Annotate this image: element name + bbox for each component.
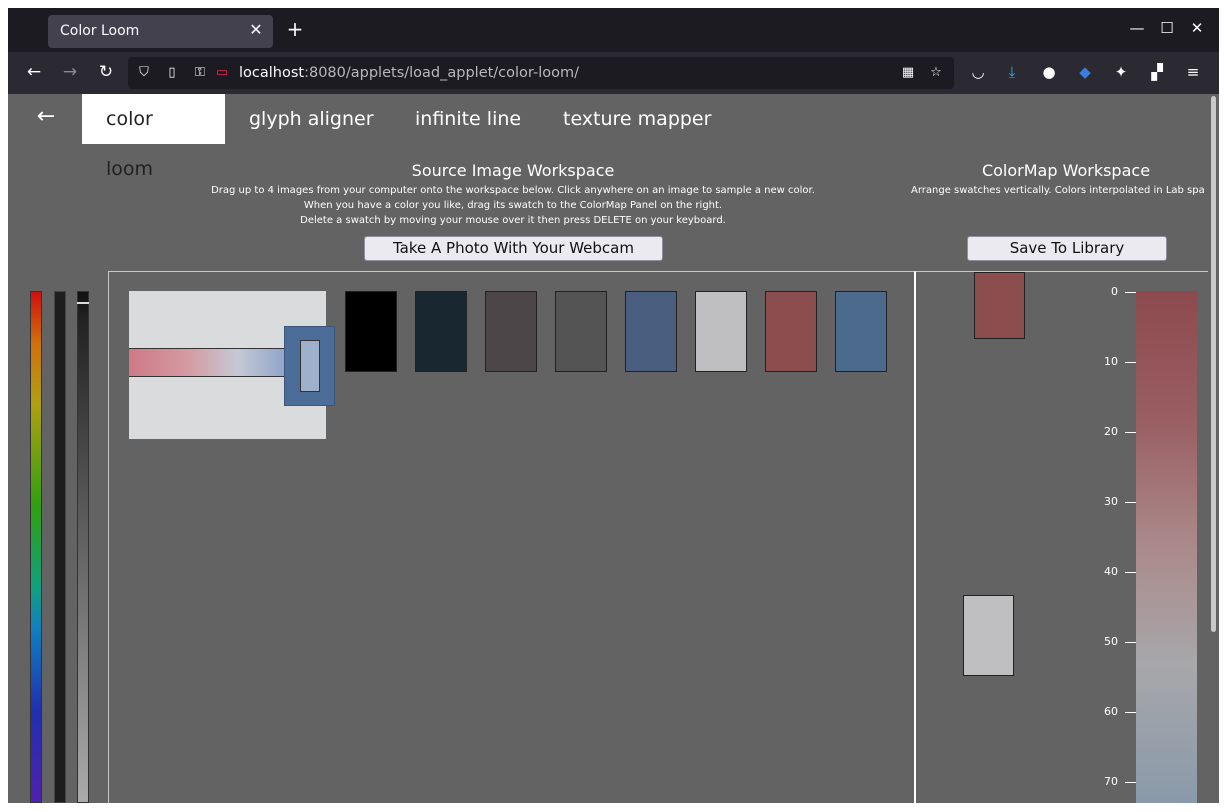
axis-tick-label: 60 — [1104, 705, 1118, 718]
extension-cap-icon[interactable]: ◆ — [1075, 62, 1095, 82]
save-to-library-button[interactable]: Save To Library — [967, 236, 1167, 261]
url-host: localhost — [239, 65, 305, 81]
lightness-slider[interactable] — [77, 291, 89, 803]
scrollbar-thumb[interactable] — [1211, 96, 1216, 632]
colormap-swatch[interactable] — [974, 272, 1025, 339]
applet-tab-bar: ← color loom glyph aligner infinite line… — [8, 94, 1208, 180]
tab-glyph-aligner[interactable]: glyph aligner — [225, 94, 398, 144]
axis-tick-label: 0 — [1111, 285, 1118, 298]
tab-color-loom[interactable]: color loom — [82, 94, 225, 180]
axis-tick — [1125, 572, 1136, 573]
forward-icon[interactable]: → — [60, 62, 80, 82]
back-icon[interactable]: ← — [24, 62, 44, 82]
menu-icon[interactable]: ≡ — [1183, 62, 1203, 82]
maximize-button[interactable]: ☐ — [1158, 19, 1176, 37]
axis-tick — [1125, 502, 1136, 503]
color-swatch[interactable] — [625, 291, 677, 372]
tab-texture-mapper[interactable]: texture mapper — [539, 94, 735, 144]
sampled-color-swatch[interactable] — [284, 326, 335, 406]
colormap-preview — [1136, 291, 1197, 803]
minimize-button[interactable]: — — [1128, 19, 1146, 37]
source-instruction-2: When you have a color you like, drag its… — [303, 200, 723, 211]
qr-code-icon[interactable]: ▦ — [900, 65, 916, 81]
colormap-workspace-title: ColorMap Workspace — [981, 161, 1151, 180]
axis-tick-label: 10 — [1104, 355, 1118, 368]
shield-icon[interactable]: ⛉ — [136, 65, 152, 81]
source-instruction-1: Drag up to 4 images from your computer o… — [211, 185, 815, 196]
page-scrollbar[interactable] — [1208, 94, 1219, 803]
saturation-slider[interactable] — [54, 291, 66, 803]
url-text[interactable]: localhost:8080/applets/load_applet/color… — [239, 65, 579, 81]
axis-tick-label: 50 — [1104, 635, 1118, 648]
reload-icon[interactable]: ↻ — [96, 62, 116, 82]
back-arrow-icon[interactable]: ← — [34, 104, 58, 129]
extensions-icon[interactable]: ▞ — [1147, 62, 1167, 82]
axis-tick-label: 40 — [1104, 565, 1118, 578]
downloads-icon[interactable]: ⤓ — [1002, 62, 1022, 82]
tab-title: Color Loom — [60, 23, 140, 39]
close-window-button[interactable]: ✕ — [1188, 19, 1206, 37]
bookmark-star-icon[interactable]: ☆ — [928, 65, 944, 81]
axis-tick-label: 20 — [1104, 425, 1118, 438]
axis-tick — [1125, 782, 1136, 783]
url-path: :8080/applets/load_applet/color-loom/ — [304, 65, 579, 81]
color-swatch[interactable] — [835, 291, 887, 372]
color-swatch[interactable] — [485, 291, 537, 372]
axis-tick-label: 70 — [1104, 775, 1118, 788]
axis-tick-label: 30 — [1104, 495, 1118, 508]
axis-tick — [1125, 642, 1136, 643]
url-bar[interactable]: ⛉ ▯ ⚿ ▭ localhost:8080/applets/load_appl… — [128, 57, 954, 89]
axis-tick — [1125, 362, 1136, 363]
navigation-bar: ← → ↻ ⛉ ▯ ⚿ ▭ localhost:8080/applets/loa… — [8, 52, 1219, 94]
axis-tick — [1125, 292, 1136, 293]
tab-infinite-line[interactable]: infinite line — [391, 94, 545, 144]
color-swatch[interactable] — [415, 291, 467, 372]
extension-s-icon[interactable]: ● — [1039, 62, 1059, 82]
browser-window: Color Loom ✕ + — ☐ ✕ ← → ↻ ⛉ ▯ ⚿ ▭ local… — [8, 8, 1219, 803]
color-swatch[interactable] — [555, 291, 607, 372]
close-tab-icon[interactable]: ✕ — [247, 20, 265, 39]
axis-tick — [1125, 712, 1136, 713]
color-swatch[interactable] — [765, 291, 817, 372]
color-swatch[interactable] — [695, 291, 747, 372]
hue-slider[interactable] — [30, 291, 42, 803]
browser-tab[interactable]: Color Loom ✕ — [48, 15, 273, 48]
page-info-icon[interactable]: ▯ — [164, 65, 180, 81]
axis-tick — [1125, 432, 1136, 433]
colormap-instruction: Arrange swatches vertically. Colors inte… — [911, 185, 1205, 196]
color-swatch[interactable] — [345, 291, 397, 372]
camera-icon[interactable]: ▭ — [214, 65, 230, 81]
new-tab-button[interactable]: + — [285, 17, 305, 41]
colormap-swatch[interactable] — [963, 595, 1014, 676]
permissions-icon[interactable]: ⚿ — [192, 65, 208, 81]
tab-strip: Color Loom ✕ + — ☐ ✕ — [8, 8, 1219, 52]
pocket-icon[interactable]: ◡ — [968, 62, 988, 82]
extension-gnome-icon[interactable]: ✦ — [1111, 62, 1131, 82]
lightness-slider-handle[interactable] — [77, 302, 89, 304]
source-instruction-3: Delete a swatch by moving your mouse ove… — [300, 215, 726, 226]
webcam-button[interactable]: Take A Photo With Your Webcam — [364, 236, 663, 261]
sample-point — [300, 340, 320, 392]
applet-viewport: ← color loom glyph aligner infinite line… — [8, 94, 1208, 803]
source-workspace-title: Source Image Workspace — [411, 161, 615, 180]
